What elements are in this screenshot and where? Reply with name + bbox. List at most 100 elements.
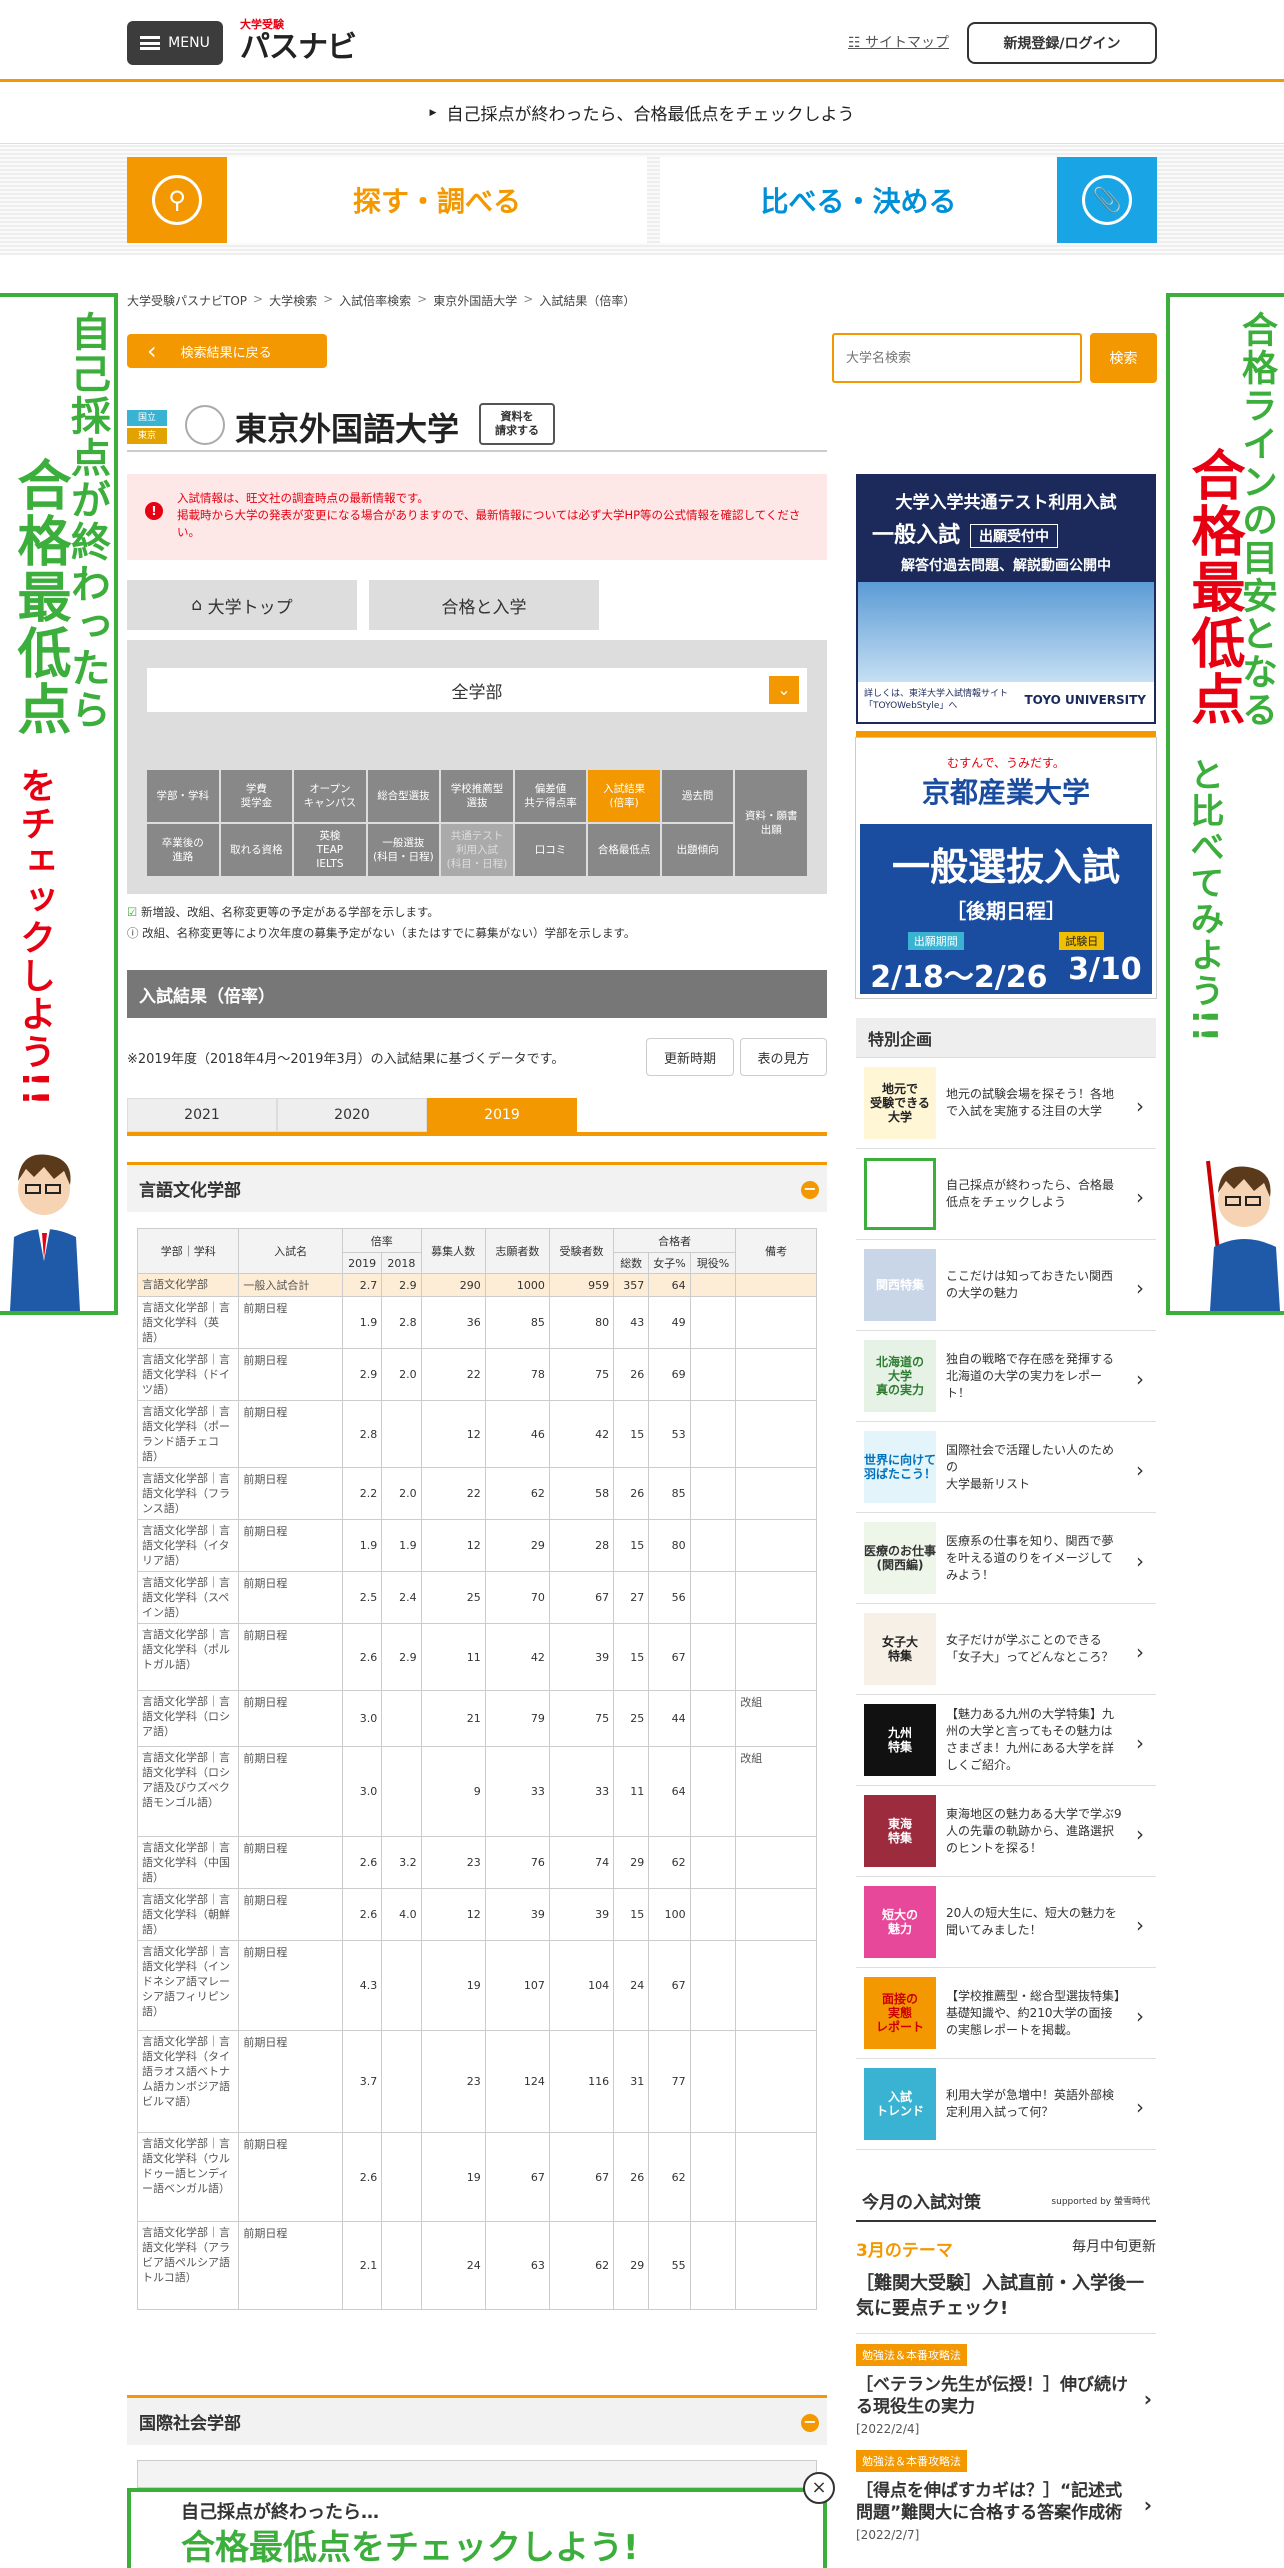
cell-take: 67 <box>548 2132 615 2222</box>
cell-note <box>735 1348 817 1401</box>
nav-search[interactable]: ⚲ 探す・調べる <box>127 157 647 243</box>
cell-fac: 言語文化学部｜言語文化学科（ロシア語及びウズベク語モンゴル語） <box>136 1746 240 1837</box>
search-button[interactable]: 検索 <box>1090 333 1157 383</box>
campus-photo <box>858 582 1154 682</box>
toyo-ad-banner[interactable]: 大学入学共通テスト利用入試 一般入試 出願受付中 解答付過去問題、解説動画公開中 … <box>856 474 1156 724</box>
chevron-down-icon: ⌄ <box>769 676 799 704</box>
th-applicants: 志願者数 <box>484 1228 550 1274</box>
cell-cur <box>689 1571 737 1624</box>
feature-item[interactable]: 関西特集 ここだけは知っておきたい関西の大学の魅力 › <box>856 1240 1156 1331</box>
tab-university-top[interactable]: ⌂ 大学トップ <box>127 580 357 630</box>
breadcrumb-item[interactable]: 東京外国語大学 <box>433 292 517 309</box>
section-link[interactable]: 共通テスト 利用入試 (科目・日程) <box>441 824 513 876</box>
nav-compare[interactable]: 比べる・決める 📎 <box>660 157 1157 243</box>
cell-r19: 1.9 <box>341 1519 383 1572</box>
warning-line2: 掲載時から大学の発表が変更になる場合がありますので、最新情報については必ず大学H… <box>177 508 801 539</box>
menu-label: MENU <box>168 35 210 51</box>
breadcrumb-item[interactable]: 大学受験パスナビTOP <box>127 292 247 309</box>
cell-quota: 12 <box>420 1400 486 1468</box>
sitemap-link[interactable]: ☷ サイトマップ <box>848 32 949 52</box>
cell-fac: 言語文化学部｜言語文化学科（朝鮮語） <box>136 1888 240 1941</box>
section-link[interactable]: 学費 奨学金 <box>220 770 293 822</box>
year-tab-2020[interactable]: 2020 <box>277 1098 427 1132</box>
section-link[interactable]: 卒業後の 進路 <box>147 824 219 876</box>
feature-text: 自己採点が終わったら、合格最低点をチェックしよう <box>946 1178 1115 1209</box>
section-link[interactable]: 取れる資格 <box>220 824 293 876</box>
back-to-results-button[interactable]: 検索結果に戻る <box>127 334 327 368</box>
feature-item[interactable]: 面接の 実態 レポート 【学校推薦型・総合型選抜特集】基礎知識や、約210大学の面… <box>856 1968 1156 2059</box>
university-search-input[interactable] <box>832 333 1082 383</box>
breadcrumb-item[interactable]: 大学検索 <box>269 292 317 309</box>
menu-button[interactable]: MENU <box>127 21 223 65</box>
feature-item[interactable]: 地元で 受験できる 大学 地元の試験会場を探そう！各地で入試を実施する注目の大学 › <box>856 1058 1156 1149</box>
feature-thumbnail: 関西特集 <box>864 1249 936 1321</box>
how-to-read-button[interactable]: 表の見方 <box>740 1038 827 1076</box>
feature-item[interactable]: 北海道の 大学 真の実力 独自の戦略で存在感を発揮する北海道の大学の実力をレポート… <box>856 1331 1156 1422</box>
year-tab-2021[interactable]: 2021 <box>127 1098 277 1132</box>
section-link[interactable]: 偏差値 共テ得点率 <box>514 770 587 822</box>
cell-note <box>735 1940 817 2031</box>
logo-main-text: パスナビ <box>240 30 357 65</box>
request-materials-button[interactable]: 資料を 請求する <box>479 403 555 445</box>
cell-note: 改組 <box>735 1690 817 1747</box>
feature-item[interactable]: 世界に向けて 羽ばたこう！ 国際社会で活躍したい人のための 大学最新リスト › <box>856 1422 1156 1513</box>
kyoto-sangyo-ad-banner[interactable]: むすんで、うみだす。 京都産業大学 一般選抜入試 ［後期日程］ 出願期間 試験日 … <box>855 737 1157 999</box>
register-login-button[interactable]: 新規登録/ログイン <box>967 22 1157 64</box>
feature-item[interactable]: 医療のお仕事 (関西編) 医療系の仕事を知り、関西で夢を叶える道のりをイメージして… <box>856 1513 1156 1604</box>
feature-thumbnail: 入試 トレンド <box>864 2068 936 2140</box>
article-link[interactable]: ［ベテラン先生が伝授！］伸び続ける現役生の実力 [2022/2/4] › <box>856 2374 1156 2440</box>
cell-app: 63 <box>484 2221 550 2310</box>
national-tag: 国立 <box>127 410 167 426</box>
side-banner-left[interactable]: 自己採点が終わったら 合格最低点 をチェックしよう!! <box>0 293 118 1315</box>
section-link-materials[interactable]: 資料・願書 出願 <box>735 770 807 876</box>
favorite-clip-icon[interactable] <box>185 405 225 445</box>
section-link[interactable]: 学部・学科 <box>147 770 219 822</box>
cell-r18: 2.8 <box>381 1296 422 1349</box>
side-left-line3: をチェックしよう!! <box>14 767 55 1108</box>
side-banner-right[interactable]: 合格ラインの目安となる 合格最低点 と比べてみよう!! <box>1166 293 1284 1315</box>
cell-cur <box>689 1400 737 1468</box>
special-features: 特別企画 地元で 受験できる 大学 地元の試験会場を探そう！各地で入試を実施する注… <box>856 1018 1156 2150</box>
ad2-date2: 3/10 <box>1068 952 1142 987</box>
cell-fem: 49 <box>648 1296 691 1349</box>
cell-take: 67 <box>548 1571 615 1624</box>
table-row: 言語文化学部｜言語文化学科（ロシア語及びウズベク語モンゴル語） 前期日程 3.0 9 3… <box>136 1746 817 1837</box>
close-icon[interactable]: × <box>803 2472 835 2504</box>
section-link[interactable]: 入試結果 (倍率) <box>588 770 660 822</box>
theme-title-link[interactable]: ［難関大受験］入試直前・入学後一気に要点チェック! <box>856 2271 1156 2334</box>
section-link[interactable]: 合格最低点 <box>588 824 660 876</box>
feature-thumbnail: 東海 特集 <box>864 1795 936 1867</box>
article-link[interactable]: ［得点を伸ばすカギは？］“記述式問題”難関大に合格する答案作成術 [2022/2/… <box>856 2480 1156 2546</box>
section-link[interactable]: オープン キャンパス <box>294 770 366 822</box>
feature-item[interactable]: 短大の 魅力 20人の短大生に、短大の魅力を聞いてみました！ › <box>856 1877 1156 1968</box>
cell-quota: 22 <box>420 1348 486 1401</box>
cell-cur <box>689 1273 737 1297</box>
year-tab-2019[interactable]: 2019 <box>427 1098 577 1132</box>
update-timing-button[interactable]: 更新時期 <box>646 1038 734 1076</box>
section-link[interactable]: 口コミ <box>514 824 587 876</box>
section-link[interactable]: 一般選抜 (科目・日程) <box>367 824 440 876</box>
feature-item[interactable]: 女子大 特集 女子だけが学ぶことのできる「女子大」ってどんなところ？ › <box>856 1604 1156 1695</box>
section-link[interactable]: 学校推薦型 選抜 <box>441 770 513 822</box>
site-logo[interactable]: 大学受験 パスナビ <box>240 16 360 66</box>
section-link[interactable]: 総合型選抜 <box>367 770 440 822</box>
section-link[interactable]: 出題傾向 <box>661 824 734 876</box>
feature-item[interactable]: 東海 特集 東海地区の魅力ある大学で学ぶ9人の先輩の軌跡から、進路選択のヒントを探… <box>856 1786 1156 1877</box>
faculty-select[interactable]: 全学部 ⌄ <box>147 668 807 712</box>
dept-header-language[interactable]: 言語文化学部 − <box>127 1162 827 1212</box>
feature-text: 地元の試験会場を探そう！各地で入試を実施する注目の大学 <box>946 1087 1115 1118</box>
floating-banner[interactable]: 自己採点が終わったら… 合格最低点をチェックしよう! × <box>127 2472 835 2568</box>
section-link[interactable]: 過去問 <box>661 770 734 822</box>
notice-link[interactable]: 自己採点が終わったら、合格最低点をチェックしよう <box>0 82 1284 144</box>
breadcrumb: 大学受験パスナビTOP > 大学検索 > 入試倍率検索 > 東京外国語大学 > 入試結果… <box>127 292 636 309</box>
dept-header-international[interactable]: 国際社会学部 − <box>127 2395 827 2445</box>
feature-item[interactable]: 入試 トレンド 利用大学が急増中！英語外部検定利用入試って何？ › <box>856 2059 1156 2150</box>
section-link[interactable]: 英検 TEAP IELTS <box>294 824 366 876</box>
table-row: 言語文化学部｜言語文化学科（タイ語ラオス語ベトナム語カンボジア語ビルマ語） 前期日… <box>136 2030 817 2133</box>
feature-item[interactable]: 自己採点が終わったら、合格最低点をチェックしよう › <box>856 1149 1156 1240</box>
chevron-right-icon: › <box>1136 1458 1144 1482</box>
cell-quota: 23 <box>420 1836 486 1889</box>
tab-admission[interactable]: 合格と入学 <box>369 580 599 630</box>
feature-item[interactable]: 九州 特集 【魅力ある九州の大学特集】九州の大学と言ってもその魅力はさまざま！九州… <box>856 1695 1156 1786</box>
breadcrumb-item[interactable]: 入試倍率検索 <box>339 292 411 309</box>
